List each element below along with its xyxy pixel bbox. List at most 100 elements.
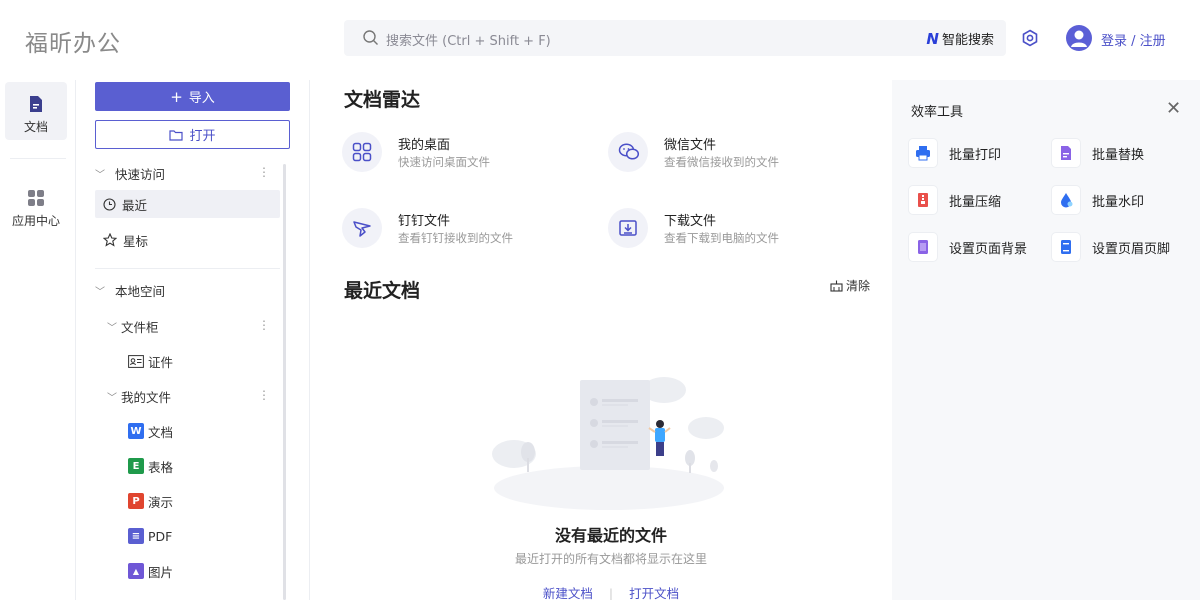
replace-icon: [1052, 139, 1080, 167]
nav-group-my-files[interactable]: ﹀ 我的文件 ⋮: [95, 382, 280, 410]
empty-state-title: 没有最近的文件: [554, 526, 667, 545]
tool-batch-replace[interactable]: 批量替换: [1052, 138, 1182, 168]
tool-batch-watermark[interactable]: 批量水印: [1052, 185, 1182, 215]
star-icon: [103, 233, 117, 247]
radar-item-title: 钉钉文件: [398, 214, 451, 229]
broom-icon: [830, 280, 843, 292]
certificates-label: 证件: [148, 354, 174, 370]
radar-item-desc: 查看微信接收到的文件: [664, 155, 779, 169]
chevron-down-icon: ﹀: [107, 392, 117, 404]
tool-label: 批量压缩: [949, 194, 1002, 210]
main-content: 文档雷达 我的桌面 快速访问桌面文件 微信文件 查看微信接收到的文件 钉钉文件 …: [310, 80, 892, 600]
word-file-icon: W: [128, 423, 144, 439]
clock-icon: [103, 197, 116, 211]
more-vertical-icon[interactable]: ⋮: [258, 318, 270, 332]
radar-item-title: 下载文件: [664, 214, 717, 229]
nav-item-starred[interactable]: 星标: [95, 226, 280, 254]
search-icon: [363, 30, 378, 45]
rail-divider: [10, 158, 66, 159]
radar-item-dingtalk[interactable]: 钉钉文件 查看钉钉接收到的文件: [310, 208, 570, 252]
search-bar[interactable]: 搜索文件 (Ctrl + Shift + F) N 智能搜索: [344, 20, 1006, 56]
chevron-down-icon: ﹀: [95, 169, 105, 181]
rail-item-app-center[interactable]: 应用中心: [5, 176, 67, 234]
settings-icon[interactable]: [1020, 28, 1040, 48]
open-label: 打开: [189, 129, 216, 144]
tool-label: 设置页面背景: [949, 241, 1028, 257]
radar-item-wechat[interactable]: 微信文件 查看微信接收到的文件: [576, 132, 836, 176]
import-button[interactable]: + 导入: [95, 82, 290, 111]
rail-item-documents[interactable]: 文档: [5, 82, 67, 140]
id-card-icon: [128, 354, 144, 368]
close-icon[interactable]: ✕: [1166, 98, 1181, 119]
wechat-icon: [618, 143, 640, 160]
tool-label: 批量打印: [949, 147, 1002, 163]
quick-access-label: 快速访问: [115, 166, 166, 182]
radar-title: 文档雷达: [344, 89, 421, 111]
sheet-file-icon: E: [128, 458, 144, 474]
nav-item-recent[interactable]: 最近: [95, 190, 280, 218]
tool-header-footer[interactable]: 设置页眉页脚: [1052, 232, 1182, 262]
recent-docs-title: 最近文档: [344, 280, 421, 302]
open-button[interactable]: 打开: [95, 120, 290, 149]
import-label: 导入: [188, 91, 215, 106]
nav-item-certificates[interactable]: 证件: [95, 347, 280, 375]
ai-search-button[interactable]: N 智能搜索: [926, 29, 994, 49]
file-cabinet-label: 文件柜: [121, 319, 159, 335]
nav-group-local-space[interactable]: ﹀ 本地空间: [95, 276, 280, 304]
radar-item-desc: 查看下载到电脑的文件: [664, 231, 779, 245]
tools-title: 效率工具: [911, 105, 964, 120]
radar-item-title: 我的桌面: [398, 138, 451, 153]
type-label: 文档: [148, 424, 174, 440]
app-brand: 福昕办公: [25, 31, 121, 57]
radar-icon-bg: [342, 208, 382, 248]
nav-group-file-cabinet[interactable]: ﹀ 文件柜 ⋮: [95, 312, 280, 340]
radar-item-desktop[interactable]: 我的桌面 快速访问桌面文件: [310, 132, 570, 176]
folder-icon: [169, 129, 184, 141]
print-icon: [909, 139, 937, 167]
empty-state-subtitle: 最近打开的所有文档都将显示在这里: [514, 552, 707, 566]
type-label: 演示: [148, 494, 174, 510]
plus-icon: +: [170, 87, 183, 106]
empty-state-illustration: [492, 377, 724, 510]
ai-search-label: 智能搜索: [941, 33, 994, 48]
watermark-icon: [1052, 186, 1080, 214]
my-files-label: 我的文件: [121, 389, 172, 405]
page-background-icon: [909, 233, 937, 261]
dingtalk-icon: [353, 221, 371, 237]
nav-item-type-image[interactable]: ▲ 图片: [95, 557, 280, 585]
header-footer-icon: [1052, 233, 1080, 261]
nav-item-type-document[interactable]: W 文档: [95, 417, 280, 445]
tool-batch-print[interactable]: 批量打印: [909, 138, 1039, 168]
compress-icon: [909, 186, 937, 214]
link-separator: |: [608, 586, 614, 600]
empty-state-links: 新建文档 | 打开文档: [310, 583, 912, 600]
more-vertical-icon[interactable]: ⋮: [258, 165, 270, 179]
clear-label: 清除: [846, 279, 871, 293]
radar-item-desc: 查看钉钉接收到的文件: [398, 231, 513, 245]
clear-button[interactable]: 清除: [830, 277, 870, 294]
radar-item-desc: 快速访问桌面文件: [398, 155, 490, 169]
presentation-file-icon: P: [128, 493, 144, 509]
nav-divider: [95, 268, 280, 269]
rail-item-label: 文档: [23, 120, 48, 134]
top-bar: 福昕办公 搜索文件 (Ctrl + Shift + F) N 智能搜索 登录 /…: [0, 0, 1200, 80]
rail-item-label: 应用中心: [11, 214, 60, 228]
ai-logo-icon: N: [926, 29, 939, 48]
nav-item-type-pdf[interactable]: ≡ PDF: [95, 522, 280, 550]
tool-page-background[interactable]: 设置页面背景: [909, 232, 1039, 262]
tool-label: 批量水印: [1092, 194, 1145, 210]
radar-item-downloads[interactable]: 下载文件 查看下载到电脑的文件: [576, 208, 836, 252]
left-rail: 文档 应用中心: [0, 80, 76, 600]
recent-label: 最近: [122, 197, 148, 213]
new-document-link[interactable]: 新建文档: [543, 586, 593, 600]
pdf-file-icon: ≡: [128, 528, 144, 544]
user-avatar-icon[interactable]: [1066, 25, 1092, 51]
open-document-link[interactable]: 打开文档: [629, 586, 679, 600]
nav-group-quick-access[interactable]: ﹀ 快速访问 ⋮: [95, 159, 280, 187]
login-register-link[interactable]: 登录 / 注册: [1101, 30, 1166, 49]
nav-item-type-presentation[interactable]: P 演示: [95, 487, 280, 515]
nav-scrollbar[interactable]: [283, 164, 286, 600]
tool-batch-compress[interactable]: 批量压缩: [909, 185, 1039, 215]
nav-item-type-sheet[interactable]: E 表格: [95, 452, 280, 480]
more-vertical-icon[interactable]: ⋮: [258, 388, 270, 402]
